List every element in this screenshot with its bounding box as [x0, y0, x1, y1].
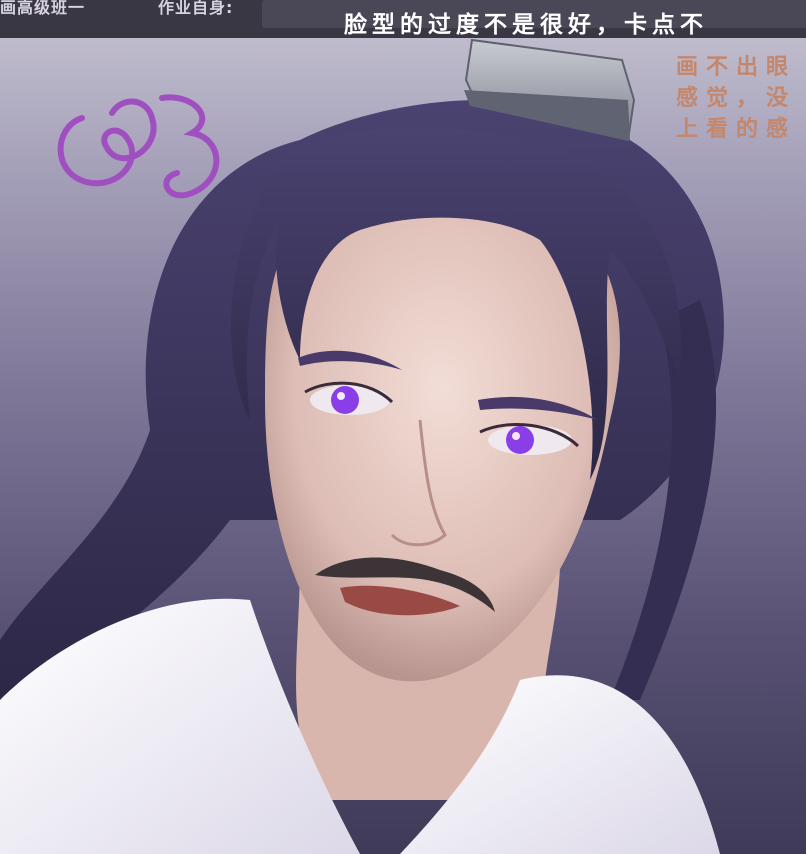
note-line-3: 上看的感: [676, 117, 797, 142]
critique-notes: 画不出眼 感觉，没 上看的感: [676, 52, 796, 145]
homework-label: 作业自身:: [158, 0, 234, 17]
right-eye-iris: [506, 426, 534, 454]
note-line-1: 画不出眼: [676, 55, 797, 80]
header-bar: 画高级班一 作业自身: 脸型的过度不是很好，卡点不: [0, 0, 806, 38]
signature-icon: [57, 94, 220, 199]
canvas-view: 画高级班一 作业自身: 脸型的过度不是很好，卡点不 画不出眼 感觉，没 上看的感: [0, 0, 806, 854]
critique-title: 脸型的过度不是很好，卡点不: [344, 12, 708, 38]
left-eye-iris: [331, 386, 359, 414]
class-label: 画高级班一: [0, 0, 86, 17]
note-line-2: 感觉，没: [676, 86, 797, 111]
